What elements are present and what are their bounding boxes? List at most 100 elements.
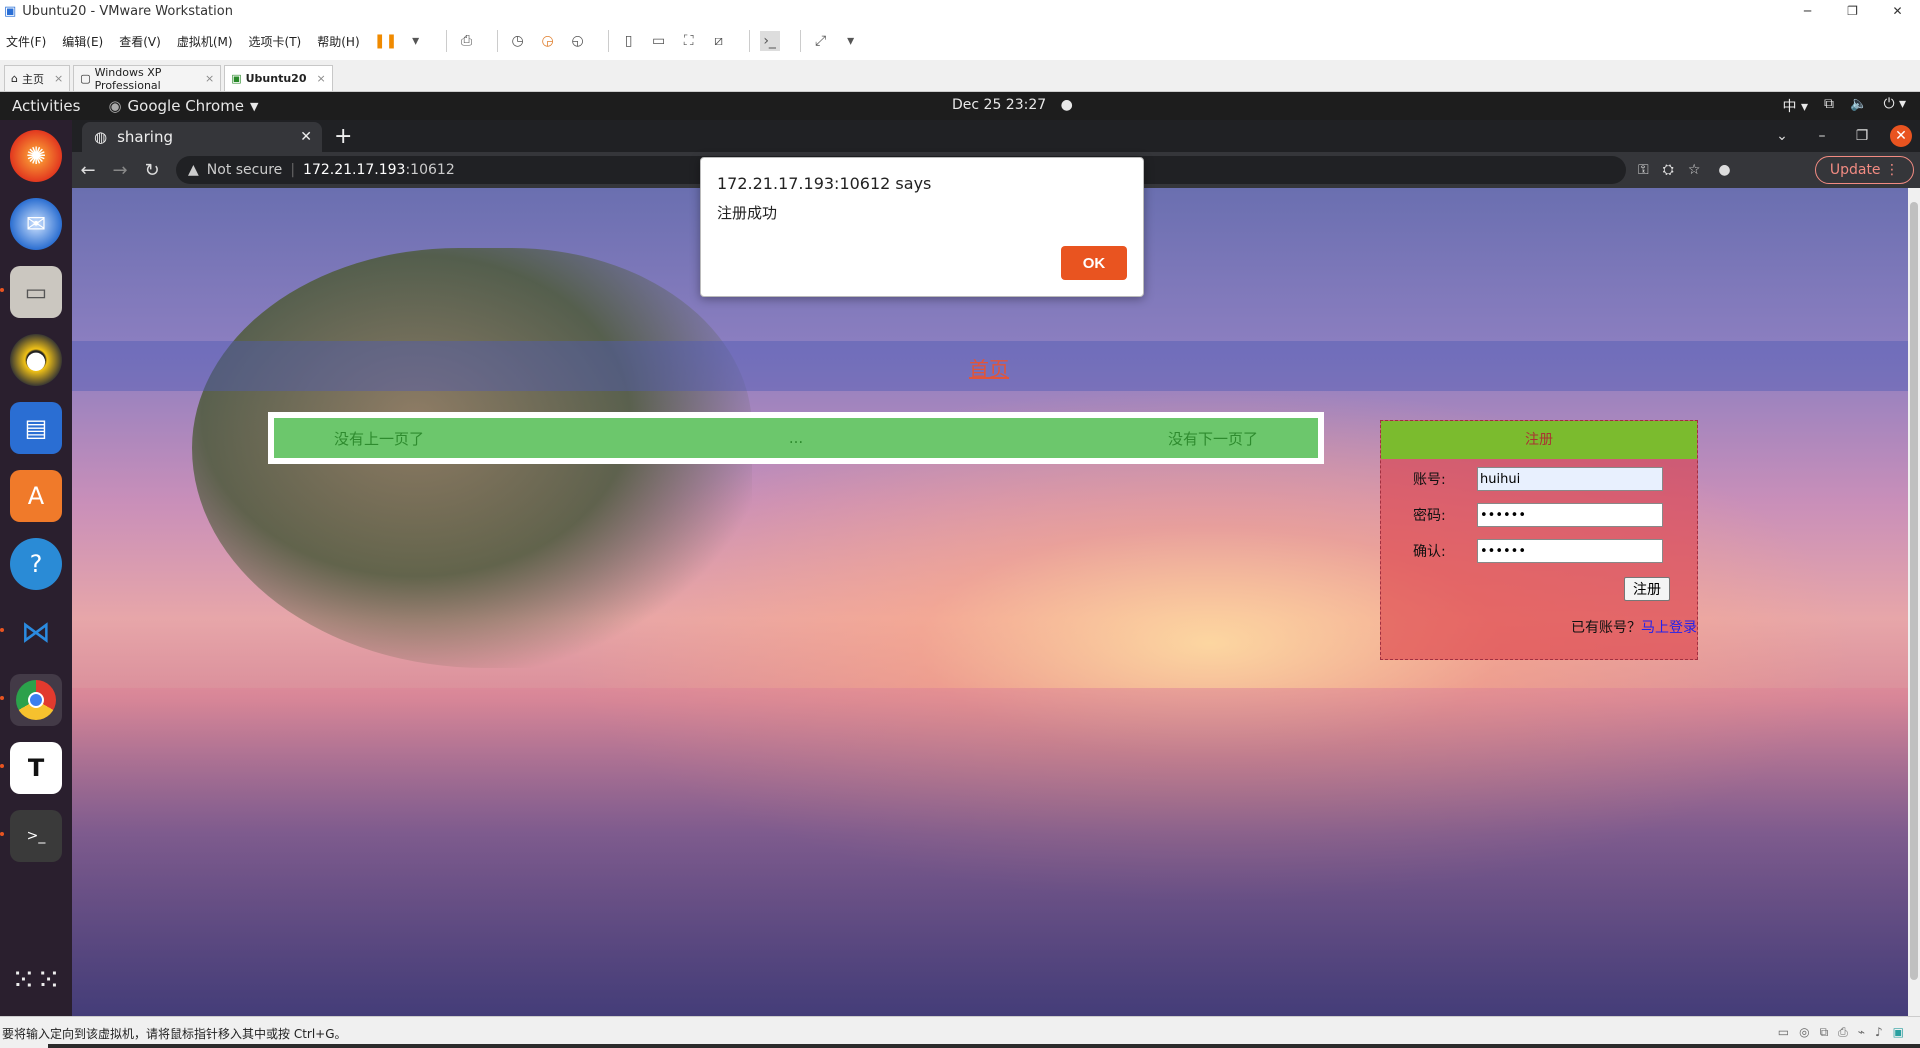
- profile-icon[interactable]: ●: [1718, 162, 1730, 178]
- vmware-status-bar: 要将输入定向到该虚拟机，请将鼠标指针移入其中或按 Ctrl+G。 ▭ ◎ ⧉ ⎙…: [0, 1016, 1920, 1048]
- minimize-button[interactable]: ─: [1785, 0, 1830, 22]
- snapshot-icon[interactable]: ◷: [508, 31, 528, 51]
- forward-icon[interactable]: →: [104, 160, 136, 181]
- new-tab-button[interactable]: +: [334, 124, 352, 149]
- network-adapter-icon[interactable]: ⧉: [1820, 1025, 1829, 1040]
- menu-tabs[interactable]: 选项卡(T): [249, 33, 302, 50]
- console-icon[interactable]: ›_: [759, 31, 780, 51]
- globe-icon: ◍: [94, 128, 108, 146]
- revert-snapshot-icon[interactable]: ◶: [538, 31, 558, 51]
- menu-edit[interactable]: 编辑(E): [62, 33, 103, 50]
- sound-icon[interactable]: ♪: [1875, 1025, 1883, 1040]
- minimize-button[interactable]: –: [1802, 122, 1842, 150]
- pause-icon[interactable]: ❚❚: [374, 31, 397, 51]
- tab-windows-xp[interactable]: ▢ Windows XP Professional ×: [73, 65, 222, 92]
- snapshot-manager-icon[interactable]: ◵: [568, 31, 588, 51]
- close-icon[interactable]: ×: [205, 72, 214, 85]
- vscode-icon[interactable]: ⋈: [0, 606, 62, 658]
- tab-ubuntu20[interactable]: ▣ Ubuntu20 ×: [224, 65, 333, 91]
- close-button[interactable]: ✕: [1875, 0, 1920, 22]
- menu-vm[interactable]: 虚拟机(M): [177, 33, 233, 50]
- login-link[interactable]: 马上登录: [1641, 620, 1697, 636]
- terminal-icon[interactable]: >_: [0, 810, 62, 862]
- tab-label: Ubuntu20: [245, 72, 307, 85]
- has-account-text: 已有账号？: [1571, 620, 1641, 636]
- bookmark-star-icon[interactable]: ☆: [1688, 162, 1701, 178]
- chrome-icon[interactable]: [0, 674, 62, 726]
- page-ellipsis: ...: [788, 429, 804, 447]
- tab-label: Windows XP Professional: [94, 65, 162, 92]
- system-tray: 中 ▾ ⧉ 🔈 ⏻ ▾: [1783, 96, 1906, 116]
- security-label: Not secure: [206, 162, 283, 178]
- update-button[interactable]: Update ⋮: [1814, 156, 1914, 184]
- cd-icon[interactable]: ◎: [1799, 1025, 1809, 1040]
- background-sea: [72, 688, 1908, 1016]
- tab-home[interactable]: ⌂ 主页 ×: [4, 65, 71, 91]
- vmware-title-bar: ▣ Ubuntu20 - VMware Workstation ─ ❐ ✕: [0, 0, 1920, 22]
- alert-ok-button[interactable]: OK: [1061, 246, 1127, 280]
- close-button[interactable]: ✕: [1890, 125, 1912, 147]
- register-submit-button[interactable]: 注册: [1624, 577, 1670, 601]
- confirm-password-input[interactable]: [1477, 539, 1663, 563]
- close-icon[interactable]: ×: [54, 72, 63, 85]
- printer-icon[interactable]: ⎙: [1838, 1025, 1848, 1040]
- alert-dialog: 172.21.17.193:10612 says 注册成功 OK: [700, 157, 1144, 297]
- menu-view[interactable]: 查看(V): [119, 33, 161, 50]
- firefox-icon[interactable]: ✺: [10, 130, 62, 182]
- usb-icon[interactable]: ⌁: [1858, 1025, 1865, 1040]
- thumbnail-icon[interactable]: ▭: [649, 31, 669, 51]
- library-icon[interactable]: ▯: [619, 31, 639, 51]
- menu-help[interactable]: 帮助(H): [317, 33, 359, 50]
- hard-disk-icon[interactable]: ▭: [1778, 1025, 1789, 1040]
- dropdown-icon[interactable]: ▾: [841, 31, 861, 51]
- power-icon[interactable]: ⏻ ▾: [1883, 96, 1906, 116]
- send-ctrl-alt-del-icon[interactable]: ⎙: [457, 31, 477, 51]
- tab-title: sharing: [117, 128, 173, 146]
- thunderbird-icon[interactable]: ✉: [10, 198, 62, 250]
- account-input[interactable]: [1477, 467, 1663, 491]
- close-icon[interactable]: ✕: [300, 129, 312, 145]
- account-label: 账号:: [1413, 472, 1446, 488]
- url-port: :10612: [405, 162, 455, 178]
- page-scrollbar[interactable]: [1908, 188, 1920, 1016]
- network-icon[interactable]: ⧉: [1824, 96, 1834, 116]
- writer-icon[interactable]: ▤: [10, 402, 62, 454]
- toolbar-separator: [748, 30, 750, 52]
- unity-icon[interactable]: ⧄: [709, 31, 729, 51]
- ubuntu-dock: ✺ ✉ ▭ ● ▤ A ? ⋈ T >_ ⁙⁙: [0, 120, 72, 1016]
- tab-search-icon[interactable]: ⌄: [1762, 122, 1802, 150]
- reload-icon[interactable]: ↻: [136, 160, 168, 181]
- status-text: 要将输入定向到该虚拟机，请将鼠标指针移入其中或按 Ctrl+G。: [2, 1027, 347, 1041]
- activities-button[interactable]: Activities: [12, 97, 80, 115]
- nav-home-link[interactable]: 首页: [969, 353, 1009, 382]
- password-input[interactable]: [1477, 503, 1663, 527]
- back-icon[interactable]: ←: [72, 160, 104, 181]
- menu-file[interactable]: 文件(F): [6, 33, 46, 50]
- next-page-link[interactable]: 没有下一页了: [1168, 428, 1258, 449]
- account-row: 账号:: [1413, 467, 1663, 491]
- password-label: 密码:: [1413, 508, 1446, 524]
- typora-icon[interactable]: T: [0, 742, 62, 794]
- input-method-indicator[interactable]: 中 ▾: [1783, 96, 1808, 116]
- software-icon[interactable]: A: [10, 470, 62, 522]
- close-icon[interactable]: ×: [316, 72, 325, 85]
- translate-icon[interactable]: ⛭: [1663, 162, 1674, 178]
- fullscreen-icon[interactable]: ⛶: [679, 31, 699, 51]
- clock[interactable]: Dec 25 23:27 ●: [952, 97, 1073, 113]
- rhythmbox-icon[interactable]: ●: [10, 334, 62, 386]
- restore-button[interactable]: ❐: [1842, 122, 1882, 150]
- dropdown-icon[interactable]: ▾: [406, 31, 426, 51]
- display-icon[interactable]: ▣: [1893, 1025, 1904, 1040]
- volume-icon[interactable]: 🔈: [1850, 96, 1867, 116]
- scrollbar-thumb[interactable]: [1910, 202, 1918, 980]
- prev-page-link[interactable]: 没有上一页了: [334, 428, 424, 449]
- help-icon[interactable]: ?: [10, 538, 62, 590]
- stretch-icon[interactable]: ⤢: [811, 31, 831, 51]
- restore-button[interactable]: ❐: [1830, 0, 1875, 22]
- files-icon[interactable]: ▭: [0, 266, 62, 318]
- browser-tab[interactable]: ◍ sharing ✕: [82, 122, 322, 152]
- host-taskbar-edge: [48, 1044, 1920, 1048]
- app-menu[interactable]: ◉ Google Chrome ▼: [108, 97, 258, 115]
- key-icon[interactable]: ⚿: [1638, 162, 1649, 178]
- show-apps-icon[interactable]: ⁙⁙: [11, 963, 61, 998]
